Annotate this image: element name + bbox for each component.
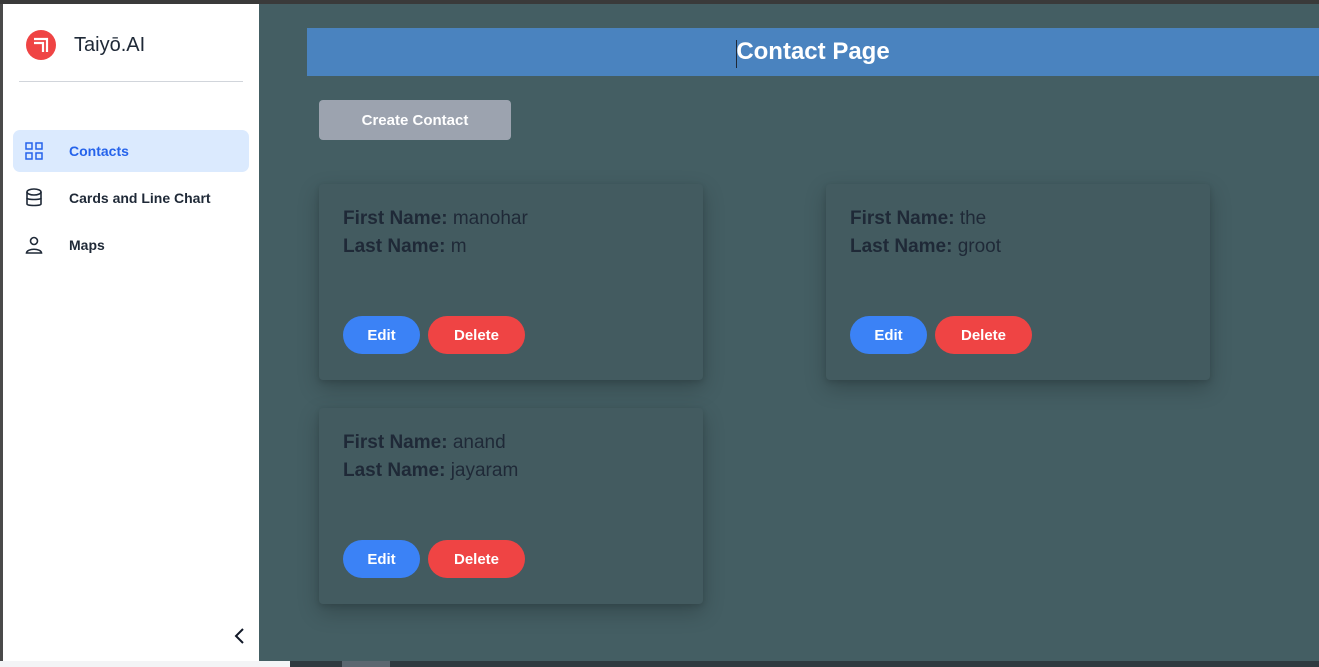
edit-button[interactable]: Edit bbox=[343, 316, 420, 354]
edit-button[interactable]: Edit bbox=[343, 540, 420, 578]
sidebar: Taiyō.AI Contacts Cards and Line Chart M… bbox=[3, 4, 259, 661]
first-name-value: anand bbox=[452, 432, 506, 453]
taskbar-left bbox=[0, 661, 290, 667]
contact-card: First Name: anand Last Name: jayaram Edi… bbox=[319, 408, 703, 604]
first-name-row: First Name: manohar bbox=[343, 208, 528, 230]
delete-button[interactable]: Delete bbox=[428, 540, 525, 578]
taiyo-logo-icon bbox=[26, 30, 56, 60]
last-name-row: Last Name: jayaram bbox=[343, 460, 518, 482]
sidebar-item-contacts[interactable]: Contacts bbox=[13, 130, 249, 172]
last-name-label: Last Name: bbox=[343, 236, 446, 257]
first-name-row: First Name: anand bbox=[343, 432, 506, 454]
sidebar-item-cards-and-line-chart[interactable]: Cards and Line Chart bbox=[13, 177, 249, 219]
last-name-value: groot bbox=[957, 236, 1002, 257]
first-name-label: First Name: bbox=[343, 208, 448, 229]
taskbar-tab[interactable] bbox=[342, 661, 390, 667]
first-name-row: First Name: the bbox=[850, 208, 986, 230]
page-title: Contact Page bbox=[736, 38, 890, 68]
first-name-label: First Name: bbox=[850, 208, 955, 229]
grid-icon bbox=[24, 141, 44, 161]
last-name-label: Last Name: bbox=[850, 236, 953, 257]
first-name-value: manohar bbox=[452, 208, 528, 229]
last-name-row: Last Name: groot bbox=[850, 236, 1001, 258]
sidebar-item-label: Cards and Line Chart bbox=[69, 190, 211, 206]
sidebar-item-label: Contacts bbox=[69, 143, 129, 159]
first-name-value: the bbox=[959, 208, 987, 229]
first-name-label: First Name: bbox=[343, 432, 448, 453]
chevron-left-icon bbox=[234, 628, 244, 644]
create-contact-button[interactable]: Create Contact bbox=[319, 100, 511, 140]
text-caret bbox=[736, 40, 738, 68]
sidebar-item-label: Maps bbox=[69, 237, 105, 253]
delete-button[interactable]: Delete bbox=[428, 316, 525, 354]
user-icon bbox=[24, 235, 44, 255]
brand[interactable]: Taiyō.AI bbox=[26, 26, 145, 64]
edit-button[interactable]: Edit bbox=[850, 316, 927, 354]
main-content: Contact Page Create Contact First Name: … bbox=[259, 4, 1319, 661]
last-name-label: Last Name: bbox=[343, 460, 446, 481]
delete-button[interactable]: Delete bbox=[935, 316, 1032, 354]
last-name-value: m bbox=[450, 236, 467, 257]
page-header: Contact Page bbox=[307, 28, 1319, 76]
page-title-text: Contact Page bbox=[736, 38, 890, 65]
contact-card: First Name: the Last Name: groot Edit De… bbox=[826, 184, 1210, 380]
last-name-row: Last Name: m bbox=[343, 236, 467, 258]
sidebar-nav: Contacts Cards and Line Chart Maps bbox=[13, 130, 249, 271]
last-name-value: jayaram bbox=[450, 460, 519, 481]
database-icon bbox=[24, 188, 44, 208]
divider bbox=[19, 81, 243, 82]
contact-card: First Name: manohar Last Name: m Edit De… bbox=[319, 184, 703, 380]
brand-name: Taiyō.AI bbox=[74, 33, 146, 56]
sidebar-item-maps[interactable]: Maps bbox=[13, 224, 249, 266]
collapse-sidebar-button[interactable] bbox=[227, 624, 251, 648]
